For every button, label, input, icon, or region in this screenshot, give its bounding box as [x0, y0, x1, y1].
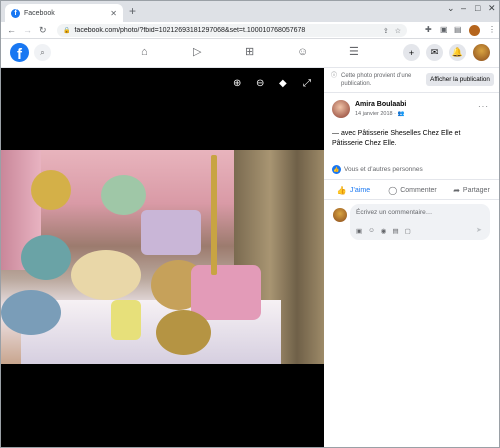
- photo-decoration: [111, 300, 141, 340]
- tag-icon[interactable]: ◆: [279, 78, 287, 89]
- show-post-button[interactable]: Afficher la publication: [426, 73, 494, 86]
- close-window-button[interactable]: ✕: [488, 3, 496, 14]
- bell-icon[interactable]: 🔔: [449, 44, 466, 61]
- home-icon[interactable]: ⌂: [141, 46, 148, 59]
- photo-image[interactable]: [1, 150, 324, 364]
- reading-list-icon[interactable]: ▤: [454, 25, 462, 34]
- plus-icon[interactable]: +: [403, 44, 420, 61]
- like-label: J’aime: [349, 186, 371, 194]
- commenter-avatar: [333, 208, 347, 222]
- like-reaction-icon: 👍: [332, 165, 341, 174]
- tab-title: Facebook: [24, 9, 55, 17]
- reload-icon[interactable]: ↻: [39, 24, 47, 36]
- marketplace-icon[interactable]: ⊞: [245, 46, 254, 59]
- extensions-icon[interactable]: ✚: [425, 25, 432, 34]
- address-bar[interactable]: 🔒 facebook.com/photo/?fbid=1021269318129…: [57, 24, 407, 37]
- post-body: — avec Pâtisserie Sheselles Chez Elle et…: [332, 130, 461, 147]
- audience-icon: 👥: [397, 111, 405, 117]
- fullscreen-icon[interactable]: ⤢: [303, 78, 311, 89]
- sidepanel-icon[interactable]: ▣: [440, 25, 448, 34]
- back-arrow-icon[interactable]: ←: [7, 24, 16, 36]
- url-text: facebook.com/photo/?fbid=102126931812970…: [74, 27, 306, 34]
- lock-icon: 🔒: [63, 28, 71, 34]
- comment-button[interactable]: ◯ Commenter: [383, 182, 442, 198]
- comment-label: Commenter: [400, 186, 437, 194]
- post-date[interactable]: 14 janvier 2018 · 👥: [355, 111, 404, 117]
- new-tab-button[interactable]: +: [129, 4, 136, 18]
- divider: [324, 179, 499, 180]
- photo-decoration: [71, 250, 141, 300]
- menu-icon[interactable]: ☰: [349, 46, 359, 59]
- comment-input[interactable]: Écrivez un commentaire… ▣ ☺ ◉ ▤ ▢ ➤: [350, 204, 490, 240]
- forward-arrow-icon[interactable]: →: [23, 24, 32, 36]
- like-button[interactable]: 👍 J’aime: [324, 182, 383, 198]
- comment-icon: ◯: [388, 185, 398, 195]
- camera-icon[interactable]: ◉: [381, 227, 387, 235]
- reactions-summary[interactable]: 👍 Vous et d’autres personnes: [332, 165, 423, 174]
- tab-facebook[interactable]: f Facebook ✕: [5, 4, 123, 22]
- photo-viewer: ⊕ ⊖ ◆ ⤢: [1, 68, 324, 447]
- info-icon: ⓘ: [331, 73, 338, 79]
- account-avatar[interactable]: [473, 44, 490, 61]
- share-button[interactable]: ➦ Partager: [442, 182, 499, 198]
- browser-window: f Facebook ✕ + ⌄ – □ ✕ ← → ↻ 🔒 facebook.…: [0, 0, 500, 448]
- facebook-navbar: f ⌕ ⌂ ▷ ⊞ ☺ ☰ + ✉ 🔔: [1, 39, 499, 68]
- send-icon[interactable]: ➤: [476, 226, 482, 234]
- photo-decoration: [21, 235, 71, 280]
- photo-decoration: [101, 175, 146, 215]
- post-actions: 👍 J’aime ◯ Commenter ➦ Partager: [324, 182, 499, 198]
- facebook-logo[interactable]: f: [10, 43, 29, 62]
- avatar-sticker-icon[interactable]: ▣: [356, 227, 362, 235]
- author-avatar[interactable]: [332, 100, 350, 118]
- minimize-button[interactable]: –: [461, 3, 466, 13]
- video-icon[interactable]: ▷: [193, 46, 201, 59]
- facebook-favicon-icon: f: [11, 8, 20, 18]
- star-icon[interactable]: ☆: [395, 27, 401, 35]
- share-arrow-icon: ➦: [453, 185, 460, 195]
- photo-decoration: [31, 170, 71, 210]
- close-tab-icon[interactable]: ✕: [110, 9, 117, 18]
- photo-decoration: [211, 155, 217, 275]
- photo-decoration: [141, 210, 201, 255]
- thumbs-up-icon: 👍: [336, 185, 347, 195]
- post-date-text: 14 janvier 2018 ·: [355, 111, 398, 117]
- photo-decoration: [1, 290, 61, 335]
- emoji-icon[interactable]: ☺: [368, 227, 375, 235]
- reactions-text: Vous et d’autres personnes: [344, 166, 423, 173]
- divider: [324, 92, 499, 93]
- zoom-out-icon[interactable]: ⊖: [256, 78, 264, 89]
- photo-notice: ⓘ Cette photo provient d’une publication…: [331, 72, 427, 88]
- maximize-button[interactable]: □: [475, 3, 480, 13]
- tab-strip: f Facebook ✕ + ⌄ – □ ✕: [1, 1, 499, 22]
- comment-placeholder: Écrivez un commentaire…: [356, 209, 433, 216]
- zoom-in-icon[interactable]: ⊕: [233, 78, 241, 89]
- search-icon[interactable]: ⌕: [34, 44, 51, 61]
- sticker-icon[interactable]: ▢: [405, 227, 411, 235]
- kebab-menu-icon[interactable]: ⋮: [488, 25, 496, 34]
- comment-tools: ▣ ☺ ◉ ▤ ▢: [356, 227, 417, 235]
- share-label: Partager: [462, 186, 490, 194]
- divider: [324, 199, 499, 200]
- photo-decoration: [156, 310, 211, 355]
- browser-toolbar: ← → ↻ 🔒 facebook.com/photo/?fbid=1021269…: [1, 22, 499, 39]
- photo-decoration: [191, 265, 261, 320]
- profile-avatar[interactable]: [469, 25, 480, 36]
- messenger-icon[interactable]: ✉: [426, 44, 443, 61]
- groups-icon[interactable]: ☺: [297, 46, 308, 59]
- author-name[interactable]: Amira Boulaabi: [355, 101, 406, 108]
- more-options-button[interactable]: ···: [478, 102, 489, 111]
- chevron-down-icon[interactable]: ⌄: [447, 3, 455, 14]
- notice-text: Cette photo provient d’une publication.: [341, 73, 412, 87]
- share-icon[interactable]: ⇪: [383, 27, 389, 35]
- post-panel: ⓘ Cette photo provient d’une publication…: [324, 68, 499, 447]
- gif-icon[interactable]: ▤: [392, 227, 398, 235]
